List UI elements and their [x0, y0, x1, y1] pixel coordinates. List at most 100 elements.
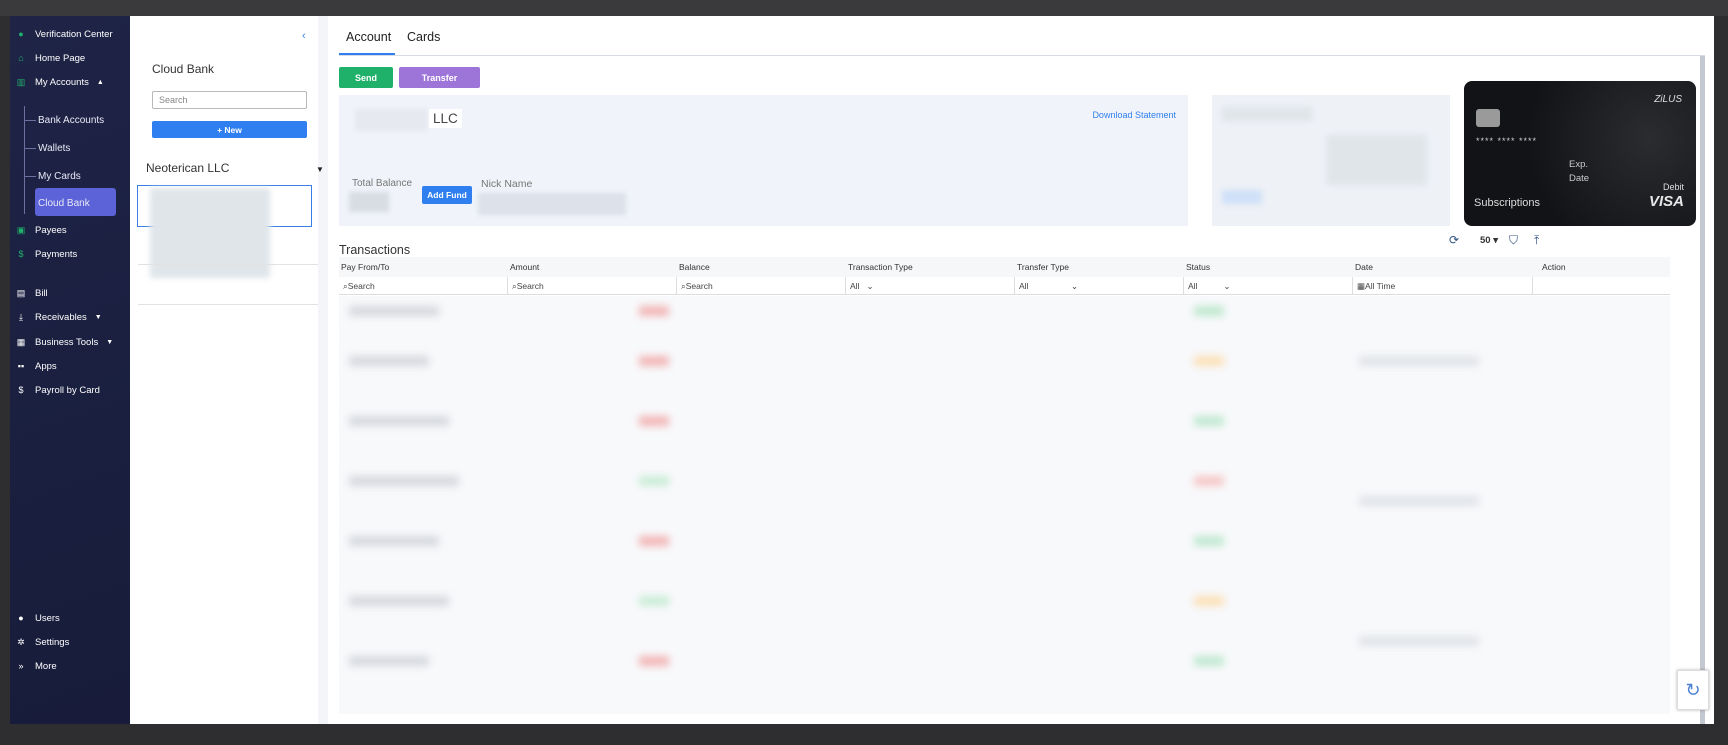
export-icon[interactable]: ⤒	[1534, 233, 1539, 248]
caret-down-icon[interactable]: ▼	[316, 165, 324, 174]
tab-divider	[339, 55, 1705, 56]
new-button[interactable]: + New	[152, 121, 307, 138]
chevrons-right-icon: »	[18, 661, 24, 671]
sidebar-item-label: Home Page	[35, 52, 86, 64]
submenu-tick	[24, 120, 36, 121]
add-fund-button[interactable]: Add Fund	[422, 186, 472, 204]
page-size-select[interactable]: 50 ▾	[1480, 235, 1498, 246]
account-summary-card: LLC Download Statement Total Balance Add…	[339, 95, 1188, 226]
download-statement-link[interactable]: Download Statement	[1092, 110, 1176, 120]
blur-block	[1222, 107, 1312, 121]
sidebar-item-payments[interactable]: $ Payments	[10, 243, 130, 265]
card-expiry: Exp. Date	[1569, 158, 1589, 186]
subitem-label: My Cards	[38, 170, 81, 182]
apps-icon: ▪▪	[17, 361, 25, 371]
sidebar-item-label: Apps	[35, 360, 57, 372]
filter-status[interactable]: All ⌄	[1184, 277, 1353, 295]
col-balance[interactable]: Balance	[679, 262, 710, 272]
divider	[138, 264, 318, 265]
sidebar-item-my-accounts[interactable]: ▥ My Accounts ▲	[10, 71, 130, 93]
table-row[interactable]	[339, 714, 1670, 724]
nick-name-field[interactable]	[478, 193, 626, 215]
refresh-icon[interactable]: ⟳	[1449, 233, 1459, 247]
sidebar-item-apps[interactable]: ▪▪ Apps	[10, 355, 130, 377]
sidebar-item-users[interactable]: ● Users	[10, 607, 130, 629]
send-button[interactable]: Send	[339, 67, 393, 88]
total-balance-label: Total Balance	[352, 178, 413, 189]
transactions-title: Transactions	[339, 243, 411, 257]
tab-account[interactable]: Account	[346, 30, 391, 44]
filter-amount[interactable]: ⌕ Search	[508, 277, 677, 295]
receivables-icon: ⤓	[19, 311, 23, 322]
sidebar: ● Verification Center ⌂ Home Page ▥ My A…	[10, 16, 130, 724]
sidebar-item-business-tools[interactable]: ▦ Business Tools ▼	[10, 331, 130, 353]
filter-value: All Time	[1365, 281, 1396, 291]
blurred-info-card	[1212, 95, 1450, 226]
col-pay-from-to[interactable]: Pay From/To	[341, 262, 389, 272]
col-amount[interactable]: Amount	[510, 262, 539, 272]
sidebar-subitem-wallets[interactable]: Wallets	[38, 138, 70, 158]
collapse-icon[interactable]: ‹	[302, 30, 306, 42]
sidebar-item-verification-center[interactable]: ● Verification Center	[10, 23, 130, 45]
blur-block	[1222, 190, 1262, 204]
filter-value: All	[850, 281, 860, 291]
recaptcha-badge-icon[interactable]: ↻	[1677, 670, 1709, 710]
sidebar-item-more[interactable]: » More	[10, 655, 130, 677]
col-date[interactable]: Date	[1355, 262, 1373, 272]
sidebar-subitem-my-cards[interactable]: My Cards	[38, 166, 81, 186]
submenu-line	[24, 106, 25, 214]
bill-icon: ▤	[16, 287, 26, 298]
filter-value: All	[1188, 281, 1198, 291]
filter-placeholder: Search	[685, 281, 713, 291]
sidebar-item-label: Users	[35, 612, 60, 624]
sidebar-item-label: Settings	[35, 636, 70, 648]
debit-card-preview[interactable]: ZiLUS **** **** **** Exp. Date Debit VIS…	[1464, 81, 1696, 226]
search-input[interactable]: Search	[152, 91, 307, 109]
bank-icon: ▥	[16, 76, 26, 87]
blurred-account-name	[355, 109, 427, 131]
sidebar-item-payroll-by-card[interactable]: $ Payroll by Card	[10, 379, 130, 401]
sidebar-item-payees[interactable]: ▣ Payees	[10, 219, 130, 241]
dollar-icon: $	[18, 385, 24, 395]
col-status[interactable]: Status	[1186, 262, 1210, 272]
filter-transfer-type[interactable]: All ⌄	[1015, 277, 1184, 295]
sidebar-item-receivables[interactable]: ⤓ Receivables ▼	[10, 306, 130, 328]
account-list-inner: ‹ Cloud Bank Search + New Neoterican LLC…	[130, 16, 324, 724]
page-size-value: 50	[1480, 235, 1491, 246]
sidebar-item-label: Payroll by Card	[35, 384, 100, 396]
panel-title: Cloud Bank	[152, 62, 215, 76]
sidebar-subitem-bank-accounts[interactable]: Bank Accounts	[38, 110, 104, 130]
filter-transaction-type[interactable]: All ⌄	[846, 277, 1015, 295]
filter-value: All	[1019, 281, 1029, 291]
filter-pay-from-to[interactable]: ⌕ Search	[339, 277, 508, 295]
transfer-button[interactable]: Transfer	[399, 67, 480, 88]
dollar-icon: $	[18, 249, 24, 259]
table-filter-row: ⌕ Search ⌕ Search ⌕ Search All ⌄ All ⌄ A…	[339, 277, 1670, 295]
account-group-name[interactable]: Neoterican LLC	[146, 161, 229, 175]
tab-cards[interactable]: Cards	[407, 30, 440, 44]
background-bottom	[0, 724, 1728, 745]
nick-name-label: Nick Name	[481, 178, 533, 190]
user-icon: ●	[18, 613, 24, 623]
submenu-tick	[24, 148, 36, 149]
sidebar-item-label: Payments	[35, 248, 78, 260]
sidebar-subitem-cloud-bank[interactable]: Cloud Bank	[38, 193, 90, 213]
filter-balance[interactable]: ⌕ Search	[677, 277, 846, 295]
sidebar-item-bill[interactable]: ▤ Bill	[10, 282, 130, 304]
sidebar-item-label: My Accounts	[35, 76, 89, 88]
check-circle-icon: ●	[18, 29, 24, 39]
col-transaction-type[interactable]: Transaction Type	[848, 262, 913, 272]
sidebar-item-label: More	[35, 660, 57, 672]
sidebar-item-settings[interactable]: ✲ Settings	[10, 631, 130, 653]
blur-block	[1327, 135, 1427, 185]
subitem-label: Bank Accounts	[38, 114, 105, 126]
sidebar-item-home-page[interactable]: ⌂ Home Page	[10, 47, 130, 69]
scrollbar[interactable]	[1700, 56, 1705, 724]
card-name: Subscriptions	[1474, 197, 1541, 209]
col-transfer-type[interactable]: Transfer Type	[1017, 262, 1069, 272]
sidebar-item-label: Verification Center	[35, 28, 113, 40]
filter-date[interactable]: ▦ All Time	[1353, 277, 1533, 295]
filter-icon[interactable]: ⛉	[1509, 233, 1518, 248]
home-icon: ⌂	[18, 53, 24, 63]
app-window: ● Verification Center ⌂ Home Page ▥ My A…	[10, 16, 1714, 724]
